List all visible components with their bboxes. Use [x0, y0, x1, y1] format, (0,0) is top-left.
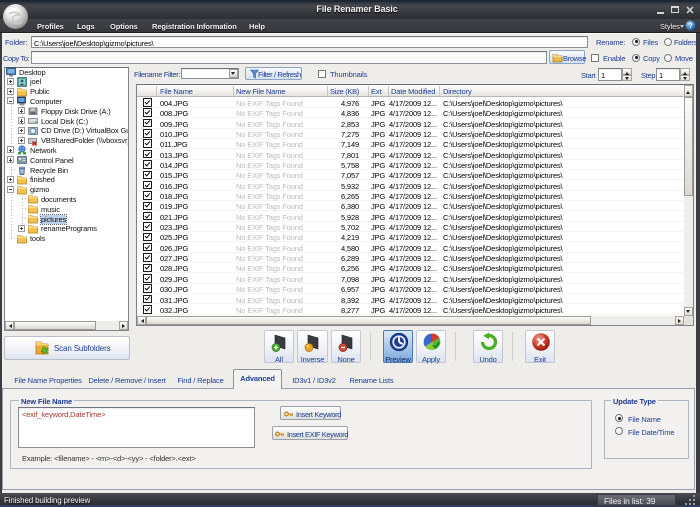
svg-text:?: ? — [688, 21, 693, 30]
